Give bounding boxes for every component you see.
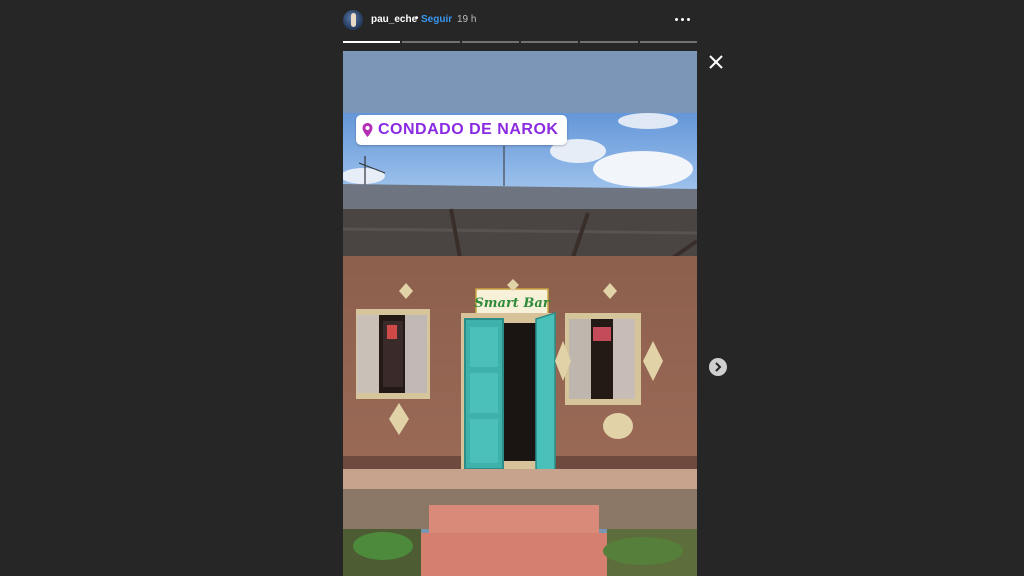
more-options-icon[interactable]: [675, 14, 693, 24]
location-label: CONDADO DE NAROK: [378, 121, 559, 138]
story-viewer: pau_eche • Seguir 19 h Smart Bar CONDADO…: [343, 0, 697, 576]
timestamp: 19 h: [457, 14, 477, 25]
progress-segment: [639, 41, 697, 43]
close-icon[interactable]: [706, 52, 726, 72]
progress-segment: [580, 41, 638, 43]
username-link[interactable]: pau_eche: [371, 14, 417, 25]
progress-segment: [461, 41, 519, 43]
follow-button[interactable]: Seguir: [421, 14, 452, 25]
avatar[interactable]: [343, 10, 363, 30]
location-sticker[interactable]: CONDADO DE NAROK: [356, 115, 568, 145]
progress-segment: [343, 41, 401, 43]
shop-sign-text: Smart Bar: [474, 296, 550, 311]
story-photo[interactable]: Smart Bar CONDADO DE NAROK: [343, 51, 697, 576]
progress-segment: [520, 41, 579, 43]
story-progress-bar: [343, 41, 697, 43]
story-header: pau_eche • Seguir 19 h: [343, 6, 697, 34]
separator-dot: •: [415, 13, 419, 24]
progress-segment: [402, 41, 460, 43]
next-story-button[interactable]: [709, 358, 727, 376]
location-pin-icon: [362, 123, 373, 137]
chevron-right-icon: [715, 362, 722, 372]
